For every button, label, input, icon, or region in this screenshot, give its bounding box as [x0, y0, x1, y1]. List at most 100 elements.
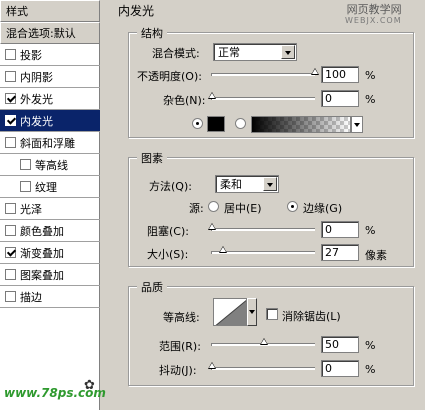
style-item-checkbox[interactable]: [5, 225, 16, 236]
noise-slider-thumb[interactable]: [208, 92, 216, 99]
elements-group: 图素 方法(Q): 柔和 源: 居中(E) 边缘(G) 阻塞(C): 0 % 大…: [128, 150, 414, 267]
opacity-unit: %: [365, 69, 376, 82]
jitter-input[interactable]: 0: [321, 360, 359, 377]
range-slider-thumb[interactable]: [259, 338, 268, 345]
choke-slider-thumb[interactable]: [208, 223, 216, 230]
size-slider[interactable]: [211, 246, 315, 254]
color-radio[interactable]: [192, 118, 203, 129]
structure-title: 结构: [137, 25, 167, 41]
source-edge-label: 边缘(G): [303, 202, 343, 215]
style-item-label: 内阴影: [20, 70, 53, 84]
antialias-checkbox[interactable]: [266, 308, 278, 320]
method-value: 柔和: [220, 178, 242, 191]
size-input[interactable]: 27: [321, 244, 359, 261]
noise-input[interactable]: 0: [321, 90, 359, 107]
noise-slider[interactable]: [208, 92, 315, 100]
chevron-down-icon[interactable]: [351, 116, 363, 133]
choke-label: 阻塞(C):: [147, 225, 189, 238]
style-item[interactable]: 纹理: [0, 176, 100, 198]
size-label: 大小(S):: [147, 248, 189, 261]
blend-mode-label: 混合模式:: [152, 47, 200, 60]
range-input[interactable]: 50: [321, 336, 359, 353]
style-item[interactable]: 等高线: [0, 154, 100, 176]
method-label: 方法(Q):: [149, 180, 192, 193]
method-select[interactable]: 柔和: [215, 175, 279, 193]
style-item-checkbox[interactable]: [5, 291, 16, 302]
styles-header[interactable]: 样式: [0, 0, 100, 22]
glow-color-swatch[interactable]: [207, 116, 225, 132]
jitter-unit: %: [365, 363, 376, 376]
source-center-label: 居中(E): [224, 202, 262, 215]
source-center-radio[interactable]: [208, 201, 219, 212]
opacity-label: 不透明度(O):: [137, 70, 202, 83]
blend-mode-select[interactable]: 正常: [213, 43, 297, 61]
choke-input[interactable]: 0: [321, 221, 359, 238]
style-item-label: 渐变叠加: [20, 246, 64, 260]
gradient-radio[interactable]: [235, 118, 246, 129]
style-item-label: 等高线: [35, 158, 68, 172]
range-slider[interactable]: [211, 338, 315, 346]
watermark: 网页教学网 WEBJX.COM: [345, 4, 402, 26]
glow-gradient-picker[interactable]: [251, 116, 351, 133]
style-item-checkbox[interactable]: [5, 203, 16, 214]
style-item-checkbox[interactable]: [5, 93, 16, 104]
style-item-checkbox[interactable]: [5, 247, 16, 258]
chevron-down-icon[interactable]: [247, 298, 257, 326]
style-item-checkbox[interactable]: [5, 137, 16, 148]
choke-unit: %: [365, 224, 376, 237]
jitter-slider-thumb[interactable]: [208, 362, 216, 369]
panel-title: 内发光: [118, 4, 155, 18]
watermark-line1: 网页教学网: [346, 3, 402, 16]
style-item-label: 光泽: [20, 202, 42, 216]
source-edge-radio[interactable]: [287, 201, 298, 212]
butterfly-icon: ✿: [84, 378, 95, 393]
quality-title: 品质: [137, 279, 167, 295]
style-item-checkbox[interactable]: [20, 181, 31, 192]
source-label: 源:: [189, 202, 204, 215]
blending-options-row[interactable]: 混合选项:默认: [0, 22, 100, 44]
style-item-label: 投影: [20, 48, 42, 62]
style-item[interactable]: 外发光: [0, 88, 100, 110]
style-item[interactable]: 投影: [0, 44, 100, 66]
range-label: 范围(R):: [159, 340, 201, 353]
jitter-slider[interactable]: [208, 362, 315, 370]
style-item-label: 描边: [20, 290, 42, 304]
noise-label: 杂色(N):: [163, 94, 206, 107]
quality-group: 品质 等高线: 消除锯齿(L) 范围(R): 50 % 抖动(J): 0 %: [128, 279, 414, 386]
style-item-label: 纹理: [35, 180, 57, 194]
style-item-label: 颜色叠加: [20, 224, 64, 238]
style-item-label: 图案叠加: [20, 268, 64, 282]
style-item-label: 斜面和浮雕: [20, 136, 75, 150]
style-item[interactable]: 斜面和浮雕: [0, 132, 100, 154]
style-item-checkbox[interactable]: [5, 49, 16, 60]
blending-options-label: 混合选项:默认: [6, 27, 76, 40]
opacity-slider-thumb[interactable]: [311, 68, 319, 75]
style-item-checkbox[interactable]: [5, 71, 16, 82]
style-item[interactable]: 颜色叠加: [0, 220, 100, 242]
style-item-checkbox[interactable]: [5, 269, 16, 280]
opacity-slider[interactable]: [211, 68, 319, 76]
opacity-input[interactable]: 100: [321, 66, 359, 83]
contour-preview-icon: [214, 299, 246, 325]
style-item[interactable]: 图案叠加: [0, 264, 100, 286]
range-unit: %: [365, 339, 376, 352]
size-slider-thumb[interactable]: [219, 246, 228, 253]
style-item-label: 外发光: [20, 92, 53, 106]
chevron-down-icon[interactable]: [281, 45, 295, 59]
structure-group: 结构 混合模式: 正常 不透明度(O): 100 % 杂色(N): 0 %: [128, 25, 414, 138]
style-item-label: 内发光: [20, 114, 53, 128]
watermark-line2: WEBJX.COM: [345, 16, 402, 25]
contour-picker[interactable]: [213, 298, 247, 326]
styles-list: 样式 混合选项:默认 投影内阴影外发光内发光斜面和浮雕等高线纹理光泽颜色叠加渐变…: [0, 0, 100, 410]
choke-slider[interactable]: [208, 223, 315, 231]
contour-label: 等高线:: [163, 311, 200, 324]
style-item[interactable]: 渐变叠加: [0, 242, 100, 264]
style-item-checkbox[interactable]: [5, 115, 16, 126]
style-item[interactable]: 描边: [0, 286, 100, 308]
chevron-down-icon[interactable]: [263, 177, 277, 191]
style-item-checkbox[interactable]: [20, 159, 31, 170]
antialias-label: 消除锯齿(L): [282, 310, 341, 323]
style-item[interactable]: 内发光: [0, 110, 100, 132]
style-item[interactable]: 光泽: [0, 198, 100, 220]
style-item[interactable]: 内阴影: [0, 66, 100, 88]
